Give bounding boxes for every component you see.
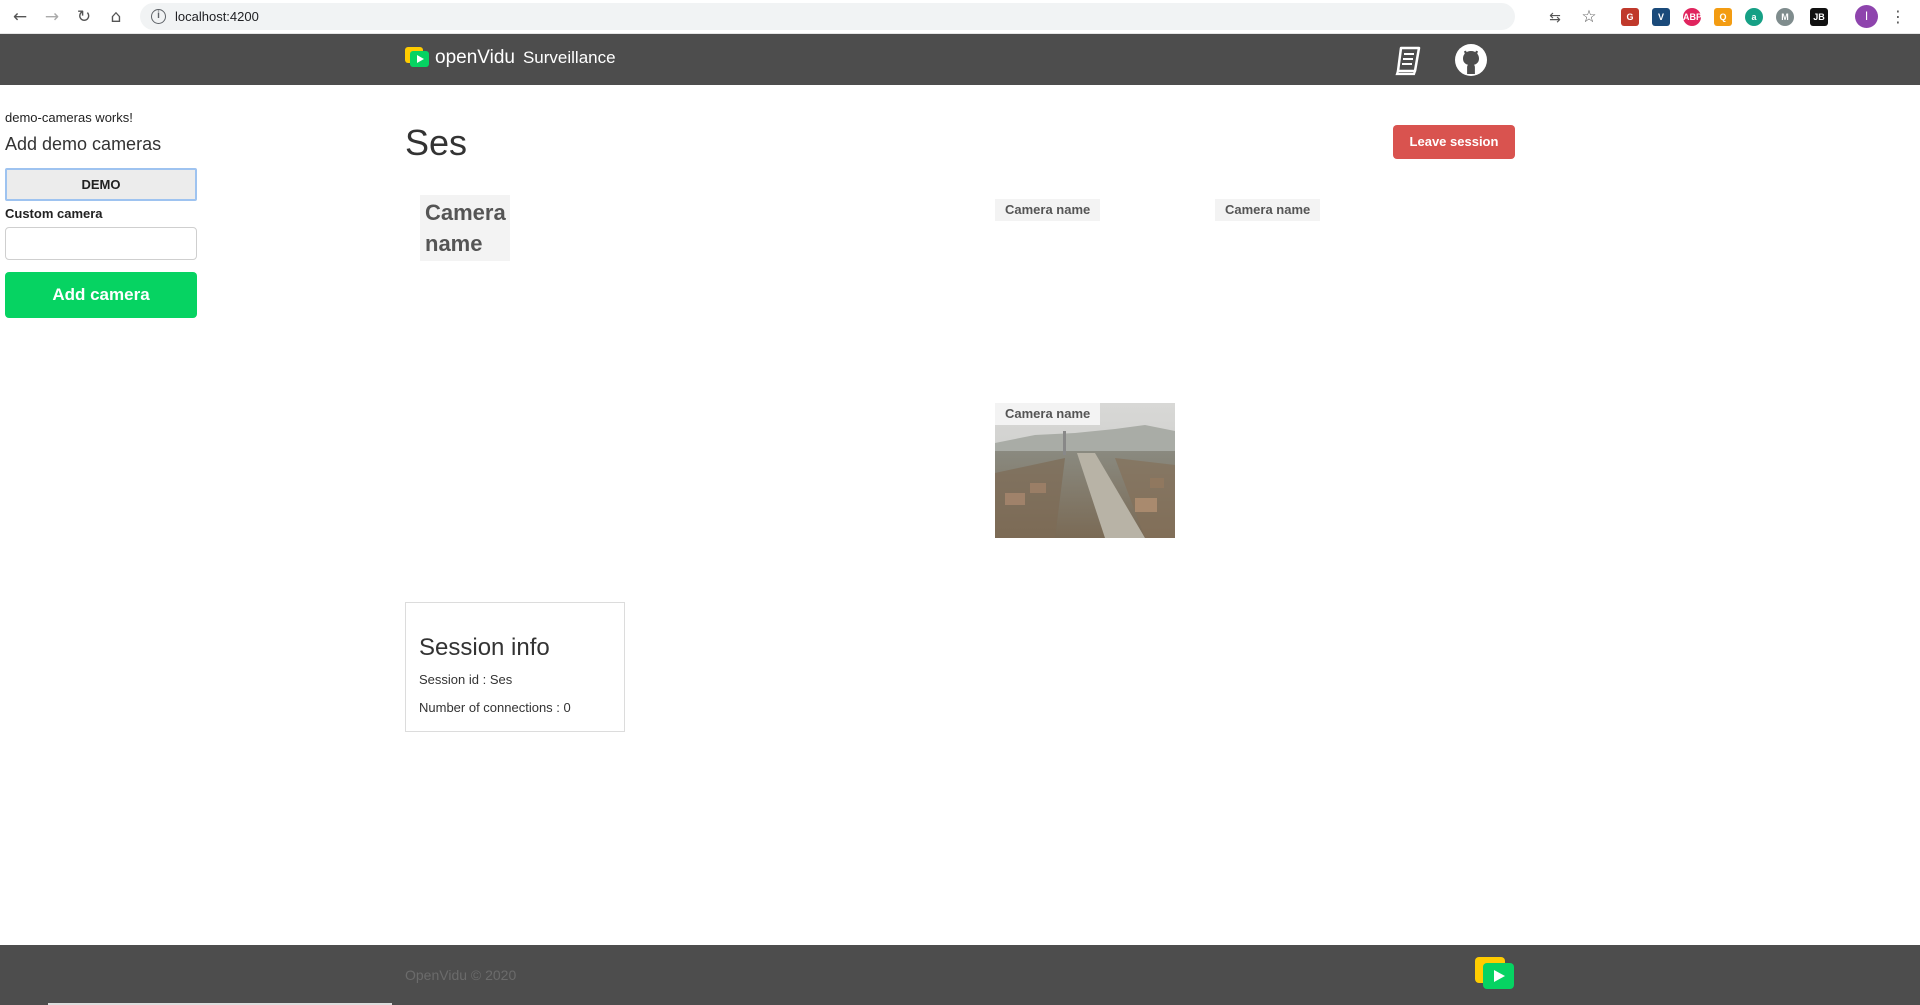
- camera-name-label: Camera name: [420, 195, 510, 261]
- footer-copyright: OpenVidu © 2020: [405, 967, 517, 983]
- session-info-card: Session info Session id : Ses Number of …: [405, 602, 625, 732]
- connections-count-text: Number of connections : 0: [419, 700, 571, 715]
- brand-subtitle: Surveillance: [522, 48, 616, 67]
- bookmark-star-icon[interactable]: ☆: [1577, 5, 1601, 29]
- search-extension-icon[interactable]: Q: [1714, 8, 1732, 26]
- url-text[interactable]: localhost:4200: [175, 9, 259, 24]
- session-id-text: Session id : Ses: [419, 672, 513, 687]
- site-info-icon[interactable]: i: [151, 9, 166, 24]
- works-text: demo-cameras works!: [5, 110, 133, 125]
- browser-menu-icon[interactable]: ⋮: [1886, 5, 1910, 29]
- demo-cameras-panel: demo-cameras works! Add demo cameras DEM…: [5, 110, 198, 318]
- jb-extension-icon[interactable]: JB: [1810, 8, 1828, 26]
- github-icon[interactable]: [1454, 43, 1488, 77]
- app-header: openVidu Surveillance: [0, 34, 1920, 85]
- demo-button[interactable]: DEMO: [5, 168, 197, 201]
- brand[interactable]: openVidu Surveillance: [405, 47, 616, 69]
- m-extension-icon[interactable]: M: [1776, 8, 1794, 26]
- reload-icon[interactable]: ↻: [72, 5, 96, 29]
- leave-session-button[interactable]: Leave session: [1393, 125, 1515, 159]
- camera-name-label: Camera name: [995, 403, 1101, 425]
- openvidu-logo-icon: [405, 47, 429, 69]
- brand-name: openVidu: [435, 47, 515, 68]
- home-icon[interactable]: ⌂: [104, 5, 128, 29]
- add-camera-button[interactable]: Add camera: [5, 272, 197, 318]
- browser-toolbar: ← → ↻ ⌂ i localhost:4200 ⇆ ☆ G V ABP Qa M JB …: [0, 0, 1920, 34]
- translate-page-icon[interactable]: ⇆: [1543, 6, 1567, 30]
- adblock-icon[interactable]: ABP: [1683, 8, 1702, 26]
- grammar-extension-icon[interactable]: a: [1745, 8, 1763, 26]
- openvidu-footer-logo-icon[interactable]: [1475, 957, 1515, 993]
- back-icon[interactable]: ←: [8, 5, 32, 29]
- custom-camera-input[interactable]: [5, 227, 197, 260]
- add-demo-cameras-heading: Add demo cameras: [5, 134, 162, 154]
- custom-camera-label: Custom camera: [5, 206, 103, 221]
- forward-icon[interactable]: →: [40, 5, 64, 29]
- translate-icon[interactable]: G: [1621, 8, 1639, 26]
- address-bar[interactable]: i localhost:4200: [140, 3, 1515, 30]
- profile-avatar[interactable]: I: [1855, 5, 1878, 28]
- vimeo-icon[interactable]: V: [1652, 8, 1670, 26]
- camera-video-feed[interactable]: Camera name: [995, 403, 1175, 538]
- camera-name-label: Camera name: [1215, 199, 1321, 221]
- footer: OpenVidu © 2020: [0, 945, 1920, 1005]
- camera-name-label: Camera name: [995, 199, 1101, 221]
- docs-book-icon[interactable]: [1392, 43, 1426, 77]
- session-title: Ses: [405, 122, 468, 163]
- session-info-title: Session info: [419, 634, 550, 661]
